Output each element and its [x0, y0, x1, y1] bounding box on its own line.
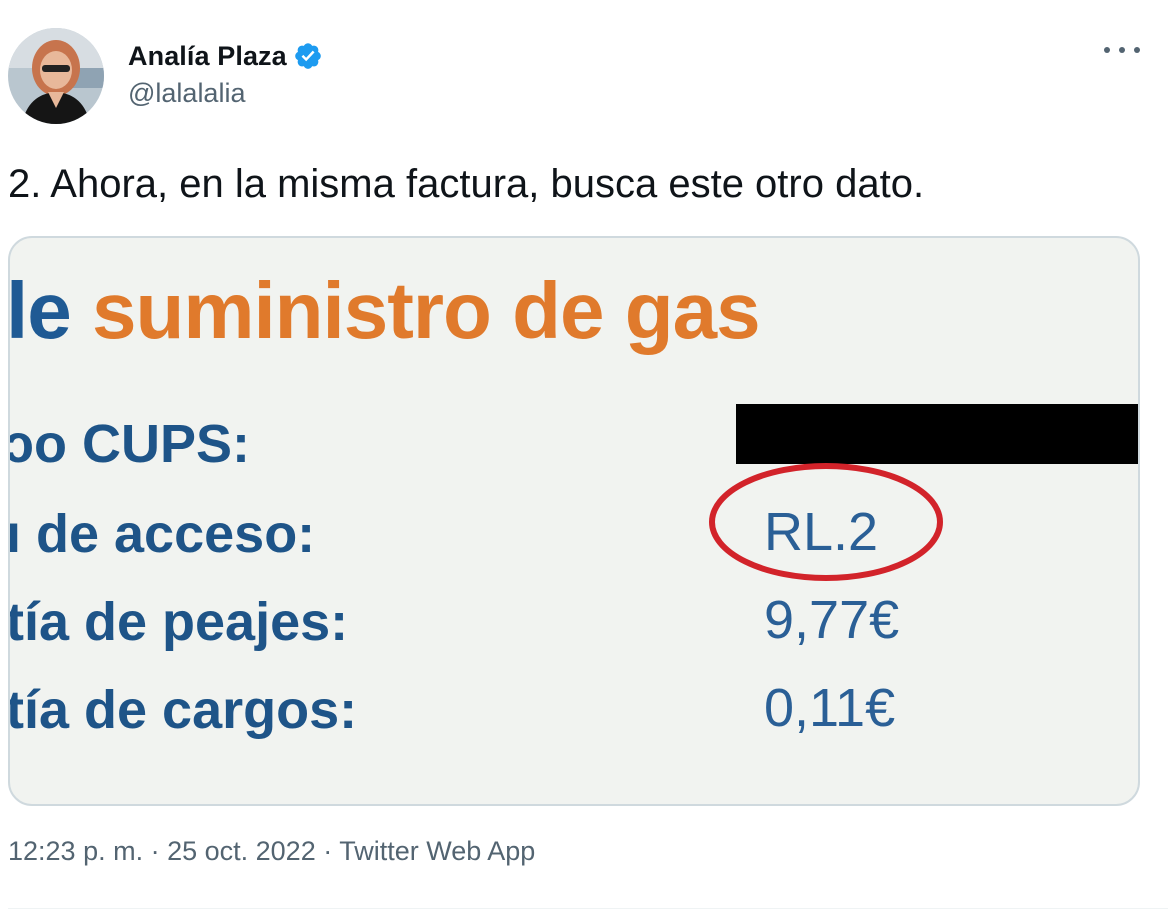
verified-badge-icon: [293, 41, 323, 71]
row-value-acceso: RL.2: [764, 502, 879, 562]
bill-excerpt: le suministro de gas ɔo CUPS: ı de acces…: [10, 238, 1138, 804]
row-value-cargos: 0,11€: [764, 678, 896, 738]
tweet-text: 2. Ahora, en la misma factura, busca est…: [8, 162, 925, 206]
name-row: Analía Plaza: [128, 40, 323, 72]
author-handle[interactable]: @lalalalia: [128, 78, 323, 109]
row-value-peajes: 9,77€: [764, 590, 900, 650]
tweet-media-image[interactable]: le suministro de gas ɔo CUPS: ı de acces…: [8, 236, 1140, 806]
row-label-acceso: ı de acceso:: [8, 504, 316, 564]
row-label-peajes: tía de peajes:: [8, 592, 349, 652]
avatar-image: [8, 28, 104, 124]
divider: [8, 908, 1168, 909]
bill-title-prefix: le: [8, 266, 92, 355]
tweet-date[interactable]: 25 oct. 2022: [167, 836, 316, 866]
tweet: Analía Plaza @lalalalia 2. Ahora, en la …: [0, 0, 1168, 916]
avatar[interactable]: [8, 28, 104, 124]
author-names: Analía Plaza @lalalalia: [128, 40, 323, 109]
bill-title: le suministro de gas: [8, 266, 761, 356]
meta-separator: ·: [143, 836, 168, 866]
tweet-time[interactable]: 12:23 p. m.: [8, 836, 143, 866]
display-name[interactable]: Analía Plaza: [128, 41, 287, 72]
tweet-source-app[interactable]: Twitter Web App: [339, 836, 535, 866]
dot: [1119, 47, 1125, 53]
dot: [1134, 47, 1140, 53]
dot: [1104, 47, 1110, 53]
tweet-meta: 12:23 p. m. · 25 oct. 2022 · Twitter Web…: [8, 836, 535, 867]
redacted-block: [736, 404, 1138, 464]
bill-title-main: suministro de gas: [91, 266, 761, 355]
more-options-icon[interactable]: [1104, 38, 1140, 62]
row-label-cups: ɔo CUPS:: [8, 414, 251, 474]
tweet-header: Analía Plaza @lalalalia: [8, 28, 323, 124]
meta-separator: ·: [315, 836, 340, 866]
row-label-cargos: tía de cargos:: [8, 680, 358, 740]
